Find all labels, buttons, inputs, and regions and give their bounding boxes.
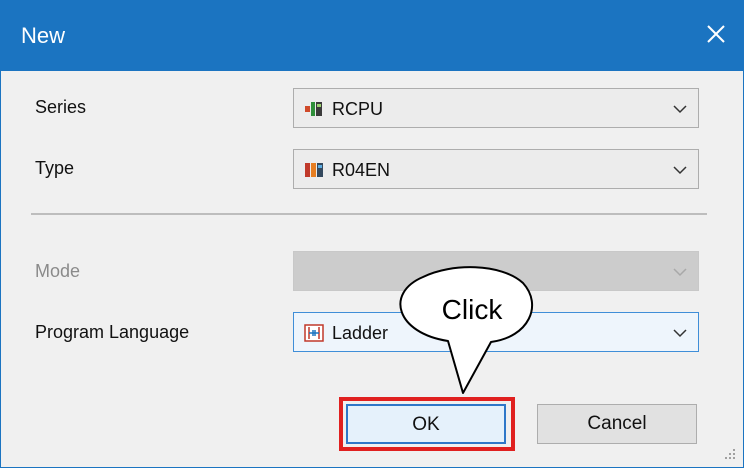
mode-label: Mode bbox=[35, 261, 81, 281]
chevron-down-icon bbox=[673, 329, 687, 338]
separator bbox=[31, 213, 707, 215]
series-label: Series bbox=[35, 97, 87, 117]
type-value: R04EN bbox=[332, 160, 391, 180]
close-button[interactable] bbox=[699, 17, 733, 51]
program-language-label: Program Language bbox=[35, 322, 190, 342]
close-icon bbox=[707, 25, 725, 43]
series-value: RCPU bbox=[332, 99, 384, 119]
resize-grip-icon[interactable] bbox=[723, 447, 737, 461]
chevron-down-icon bbox=[673, 268, 687, 277]
new-project-dialog: New Series RCPU Type R04EN Mode Program … bbox=[0, 0, 744, 468]
type-dropdown[interactable]: R04EN bbox=[293, 149, 699, 189]
program-language-value: Ladder bbox=[332, 323, 389, 343]
title-bar: New bbox=[1, 1, 743, 71]
chevron-down-icon bbox=[673, 166, 687, 175]
cancel-button[interactable]: Cancel bbox=[537, 404, 697, 444]
chevron-down-icon bbox=[673, 105, 687, 114]
ok-button[interactable]: OK bbox=[346, 404, 506, 444]
mode-dropdown bbox=[293, 251, 699, 291]
cpu-module-icon bbox=[305, 102, 322, 116]
dialog-title: New bbox=[21, 23, 66, 48]
click-callout-text: Click bbox=[441, 294, 503, 325]
module-type-icon bbox=[305, 163, 323, 177]
type-label: Type bbox=[35, 158, 75, 178]
series-dropdown[interactable]: RCPU bbox=[293, 88, 699, 128]
ladder-icon bbox=[304, 324, 324, 342]
